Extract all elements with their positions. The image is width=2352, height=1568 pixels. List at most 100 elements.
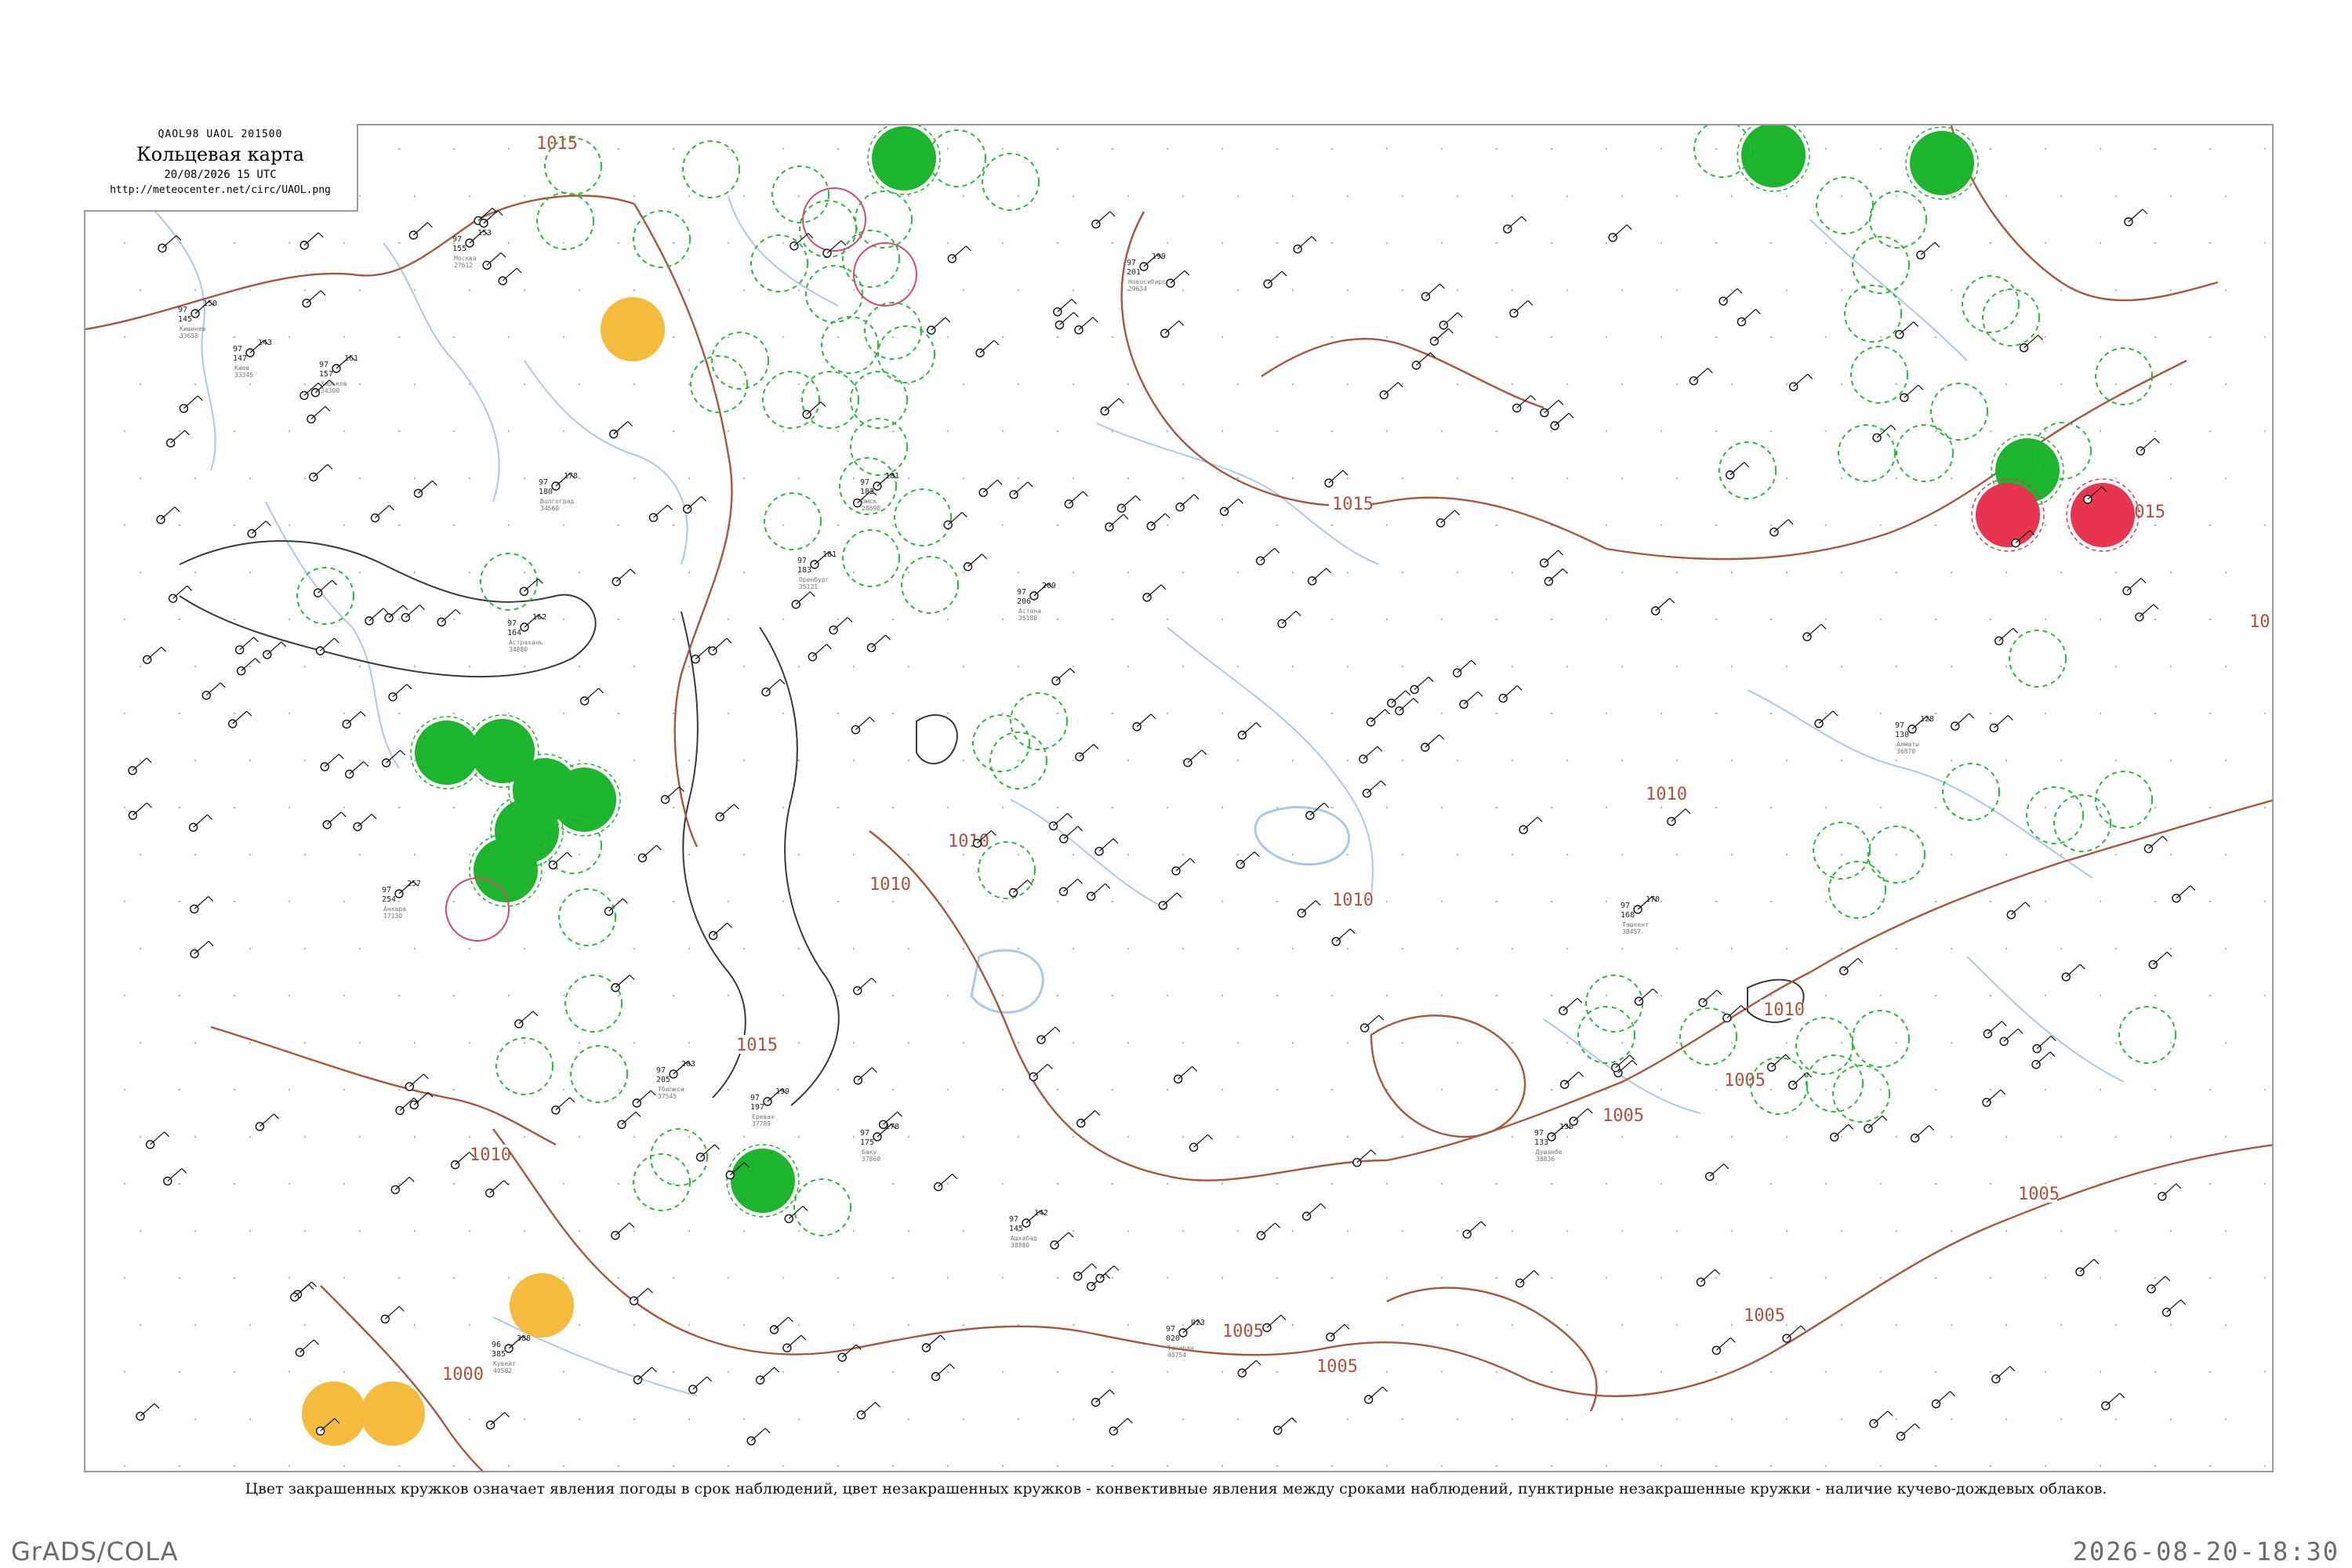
wind-barb-feather xyxy=(1109,211,1116,217)
grid-dot xyxy=(1879,147,1882,151)
dewpoint-value: 145 xyxy=(178,315,192,324)
grid-dot xyxy=(797,1417,800,1421)
station-plot xyxy=(1711,1337,1736,1355)
grid-dot xyxy=(2060,665,2063,668)
cumulonimbus-ring xyxy=(855,191,913,249)
grid-dot xyxy=(1166,1276,1169,1279)
grid-dot xyxy=(1715,336,1718,339)
wind-barb-feather xyxy=(1857,957,1864,964)
wind-barb xyxy=(1242,722,1257,736)
station-plot xyxy=(1237,1359,1261,1377)
grid-dot xyxy=(1236,947,1240,950)
grid-dot xyxy=(1111,147,1114,151)
grid-dot xyxy=(1895,1135,1898,1138)
station-plot xyxy=(1036,1026,1061,1044)
grid-dot xyxy=(2114,1229,2118,1232)
grid-dot xyxy=(1879,806,1882,809)
grid-dot xyxy=(1989,241,1992,245)
wind-barb xyxy=(695,646,710,660)
grid-dot xyxy=(1605,1465,1608,1468)
wind-barb-feather xyxy=(726,637,732,644)
grid-dot xyxy=(1291,1135,1294,1138)
station-name: Анкара xyxy=(383,906,406,913)
isobar-label: 1010 xyxy=(948,832,989,851)
grid-dot xyxy=(1401,1417,1404,1421)
station-plot xyxy=(163,1167,187,1186)
wind-barb xyxy=(1335,928,1351,942)
grid-dot xyxy=(1879,1088,1882,1091)
grid-dot xyxy=(1824,1465,1828,1468)
station-plot xyxy=(1722,1004,1747,1023)
wind-barb xyxy=(2003,1028,2019,1042)
grid-dot xyxy=(1605,900,1608,903)
grid-dot xyxy=(1401,289,1404,292)
cumulonimbus-ring xyxy=(1850,346,1908,404)
map-url[interactable]: http://meteocenter.net/circ/UAOL.png xyxy=(84,184,357,196)
wind-barb xyxy=(1715,1337,1731,1351)
grid-dot xyxy=(2154,1370,2157,1374)
wind-barb xyxy=(1987,1021,2002,1035)
grid-dot xyxy=(1072,383,1075,386)
grid-dot xyxy=(1840,1417,1843,1421)
station-plot xyxy=(1999,1028,2024,1046)
grid-dot xyxy=(907,1135,910,1138)
station-plot xyxy=(1293,236,1317,254)
grid-dot xyxy=(742,571,746,574)
grid-dot xyxy=(2154,336,2157,339)
grid-dot xyxy=(1001,712,1004,715)
wind-barb xyxy=(1306,1203,1322,1217)
lake-outline xyxy=(970,949,1044,1014)
wind-barb-feather xyxy=(1109,1389,1115,1396)
grid-dot xyxy=(1934,336,1937,339)
temperature-value: 97 xyxy=(860,478,869,487)
isobar-label: 1005 xyxy=(1222,1322,1264,1341)
grid-dot xyxy=(1895,571,1898,574)
grid-dot xyxy=(578,1229,581,1232)
grid-dot xyxy=(1111,900,1114,903)
wind-barb-feather xyxy=(1820,623,1827,630)
wind-barb xyxy=(368,608,384,622)
wind-barb-feather xyxy=(532,1011,539,1017)
grid-dot xyxy=(672,147,675,151)
grid-dot xyxy=(1730,383,1733,386)
grid-dot xyxy=(2224,1417,2227,1421)
grid-dot xyxy=(2005,571,2008,574)
grid-dot xyxy=(2224,477,2227,480)
grid-dot xyxy=(1056,524,1059,527)
station-plot xyxy=(866,634,891,652)
station-plot xyxy=(1421,734,1445,752)
station-plot xyxy=(344,760,369,779)
wind-barb xyxy=(1301,900,1316,914)
wind-barb xyxy=(760,1367,775,1381)
grid-dot xyxy=(1660,147,1663,151)
grid-dot xyxy=(1605,1370,1608,1374)
wind-barb xyxy=(346,711,361,725)
station-plot xyxy=(1183,750,1207,768)
grid-dot xyxy=(1605,1182,1608,1185)
grid-dot xyxy=(1840,383,1843,386)
wind-barb-feather xyxy=(1105,883,1111,889)
grid-dot xyxy=(452,994,456,997)
wind-barb xyxy=(1502,685,1518,699)
grid-dot xyxy=(633,477,636,480)
wind-barb-feather xyxy=(667,504,673,510)
grid-dot xyxy=(2154,524,2157,527)
grid-dot xyxy=(946,1276,949,1279)
isobar-label: 1015 xyxy=(2249,612,2274,632)
grid-dot xyxy=(1072,571,1075,574)
grid-dot xyxy=(672,806,675,809)
wind-barb xyxy=(2176,885,2191,899)
cumulonimbus-ring xyxy=(296,567,354,625)
grid-dot xyxy=(1511,571,1514,574)
station-plot xyxy=(320,753,344,771)
grid-dot xyxy=(1456,571,1459,574)
grid-dot xyxy=(397,336,401,339)
wind-barb-feather xyxy=(871,1067,877,1073)
station-name: Кишинев xyxy=(180,325,206,332)
wind-barb xyxy=(1224,498,1239,512)
station-plot xyxy=(413,480,437,498)
isobar-labels: 1015101510151015101510101010101010101010… xyxy=(439,133,2274,1385)
wind-barb-feather xyxy=(652,1367,657,1373)
station-plot xyxy=(1363,1386,1388,1404)
grid-dot xyxy=(233,336,236,339)
